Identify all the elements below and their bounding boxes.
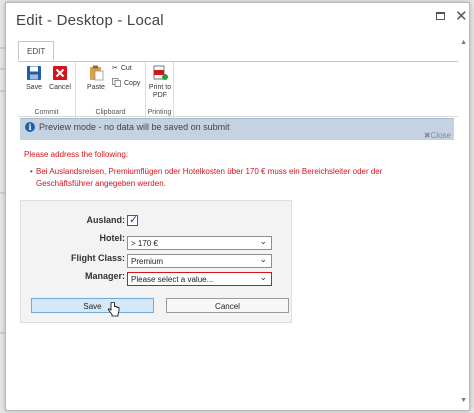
save-label: Save [26,84,42,91]
chevron-down-icon: ⌄ [259,272,267,282]
close-button[interactable]: ✕ [454,8,472,26]
ribbon-paste-button[interactable]: Paste [84,65,108,92]
hand-cursor-icon [108,301,120,322]
preview-mode-banner: i Preview mode - no data will be saved o… [20,118,454,140]
save-icon [26,65,42,81]
hotel-select-value: > 170 € [131,239,158,248]
maximize-button[interactable] [433,8,451,26]
print-pdf-icon [152,65,168,81]
save-button[interactable]: Save [31,298,154,313]
ribbon-group-commit: Save Cancel Commit [18,62,76,118]
checkmark-icon: ✓ [129,214,139,226]
ausland-label: Ausland: [86,215,125,225]
print-to-pdf-label: Print to PDF [148,84,172,100]
flight-class-label: Flight Class: [70,253,125,263]
preview-message: Preview mode - no data will be saved on … [39,122,230,132]
preview-close-link[interactable]: ✖Close [424,131,451,140]
scroll-up-arrow-icon[interactable]: ▲ [460,39,467,46]
flight-class-select[interactable]: Premium ⌄ [127,254,272,268]
copy-label: Copy [124,80,141,87]
ribbon: Save Cancel Commit Paste ✂ Cut Copy Clip… [18,61,458,118]
ribbon-tabs: EDIT [18,41,55,61]
copy-icon [112,78,121,89]
cut-label: Cut [120,64,132,72]
ribbon-cut-button[interactable]: ✂ Cut [112,64,132,73]
edit-dialog: Edit - Desktop - Local ✕ ▲ ▼ EDIT Save C… [5,2,470,411]
ribbon-copy-button[interactable]: Copy [112,78,140,89]
hotel-label: Hotel: [99,233,126,243]
form-panel: Ausland: ✓ Hotel: > 170 € ⌄ Flight Class… [20,200,292,323]
maximize-icon [436,12,445,20]
paste-label: Paste [87,84,105,91]
print-label-line2: PDF [153,92,167,99]
close-icon: ✕ [455,8,468,25]
ausland-checkbox[interactable]: ✓ [127,214,139,226]
manager-select[interactable]: Please select a value... ⌄ [127,272,272,286]
dialog-titlebar: Edit - Desktop - Local ✕ [6,3,469,39]
bullet: • [30,167,33,176]
cancel-button[interactable]: Cancel [166,298,289,313]
ribbon-group-printing: Print to PDF Printing [146,62,174,118]
commit-group-label: Commit [34,109,59,116]
scissors-icon: ✂ [112,65,118,72]
error-list-item: • Bei Auslandsreisen, Premiumflügen oder… [30,166,436,190]
printing-group-label: Printing [147,109,172,116]
ribbon-save-button[interactable]: Save [22,65,46,92]
chevron-down-icon: ⌄ [259,236,267,246]
ribbon-print-to-pdf-button[interactable]: Print to PDF [148,65,172,100]
ribbon-group-clipboard: Paste ✂ Cut Copy Clipboard [76,62,146,118]
clipboard-group-label: Clipboard [95,109,126,116]
print-label-line1: Print to [148,84,172,91]
paste-icon [88,65,104,81]
info-icon: i [25,122,35,132]
tab-edit[interactable]: EDIT [18,41,55,60]
cancel-label: Cancel [49,84,71,91]
manager-select-value: Please select a value... [131,275,214,284]
error-message: Bei Auslandsreisen, Premiumflügen oder H… [36,167,383,188]
ribbon-cancel-button[interactable]: Cancel [48,65,72,92]
manager-label: Manager: [84,271,125,281]
chevron-down-icon: ⌄ [259,254,267,264]
error-heading: Please address the following: [24,150,129,159]
hotel-select[interactable]: > 170 € ⌄ [127,236,272,250]
dialog-title: Edit - Desktop - Local [16,12,164,29]
cancel-icon [52,65,68,81]
flight-class-select-value: Premium [131,257,164,266]
scroll-down-arrow-icon[interactable]: ▼ [460,397,467,404]
